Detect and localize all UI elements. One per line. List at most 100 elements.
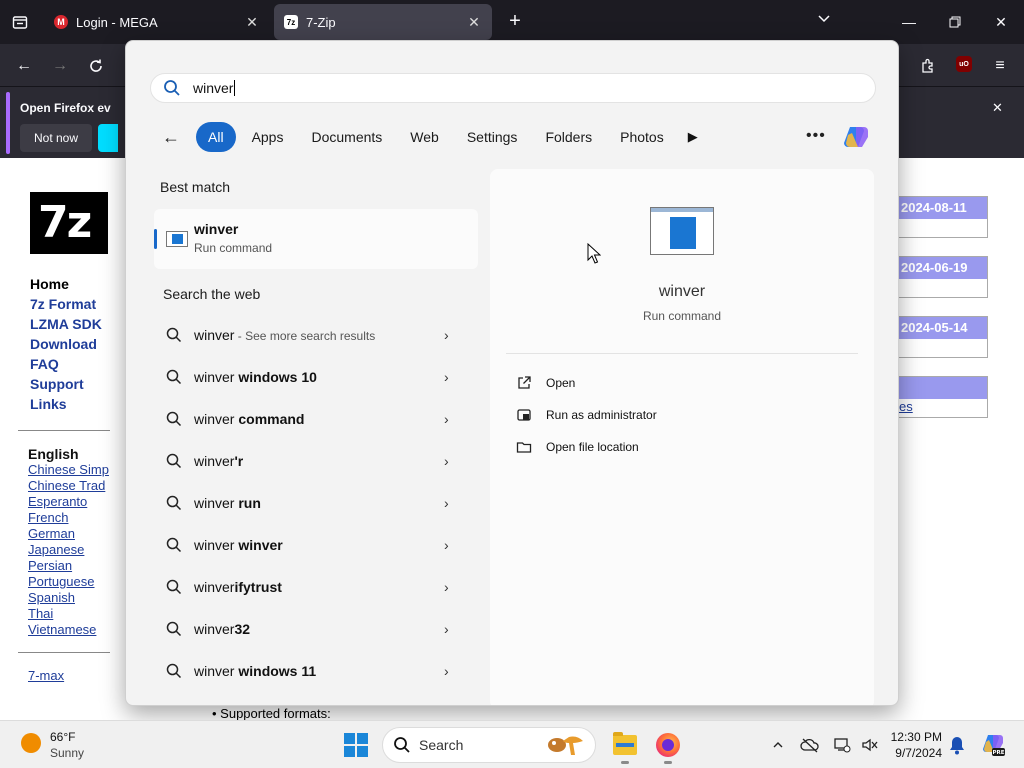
menu-links[interactable]: Links xyxy=(30,396,67,412)
open-external-icon xyxy=(518,376,531,389)
weather-description[interactable]: Sunny xyxy=(50,746,84,760)
menu-home[interactable]: Home xyxy=(30,276,69,292)
back-arrow-icon[interactable]: ← xyxy=(162,127,184,148)
web-result[interactable]: winver32 › xyxy=(154,609,464,649)
notification-primary-button[interactable] xyxy=(98,124,118,152)
result-type: Run command xyxy=(194,241,273,255)
web-result-note: - See more search results xyxy=(234,329,376,343)
web-result[interactable]: winver - See more search results › xyxy=(154,315,464,355)
action-run-as-admin[interactable]: Run as administrator xyxy=(516,403,657,427)
7zip-logo: 7z xyxy=(30,192,108,254)
sunny-weather-icon[interactable] xyxy=(21,733,41,753)
minimize-icon[interactable]: — xyxy=(886,0,932,44)
menu-download[interactable]: Download xyxy=(30,336,97,352)
divider xyxy=(506,353,858,354)
weather-temperature[interactable]: 66°F xyxy=(50,730,75,744)
folder-icon xyxy=(613,732,637,755)
copilot-icon[interactable] xyxy=(840,121,872,153)
lang-link[interactable]: Chinese Simp xyxy=(28,462,109,477)
filter-settings[interactable]: Settings xyxy=(455,122,530,152)
taskbar-search-box[interactable]: Search xyxy=(382,727,596,763)
taskbar-search-label: Search xyxy=(419,737,464,753)
running-indicator xyxy=(664,761,672,764)
onedrive-offline-icon[interactable] xyxy=(800,735,820,755)
web-result[interactable]: winver windows 10 › xyxy=(154,357,464,397)
best-match-result[interactable]: winver Run command xyxy=(154,209,478,269)
web-result[interactable]: winver'r › xyxy=(154,441,464,481)
svg-text:PRE: PRE xyxy=(992,750,1004,756)
menu-faq[interactable]: FAQ xyxy=(30,356,59,372)
news-link[interactable]: es xyxy=(899,399,913,414)
lang-link[interactable]: Chinese Trad xyxy=(28,478,105,493)
lang-link[interactable]: Japanese xyxy=(28,542,84,557)
filter-bar: ← All Apps Documents Web Settings Folder… xyxy=(162,121,708,153)
search-icon xyxy=(166,495,182,511)
web-result[interactable]: winverifytrust › xyxy=(154,567,464,607)
ublock-origin-icon[interactable]: uO xyxy=(956,56,972,72)
search-input[interactable]: winver xyxy=(150,73,876,103)
forward-icon[interactable]: → xyxy=(48,54,72,78)
tab-login-mega[interactable]: M Login - MEGA ✕ xyxy=(44,4,270,40)
search-icon xyxy=(166,327,182,343)
filter-apps[interactable]: Apps xyxy=(240,122,296,152)
filter-all[interactable]: All xyxy=(196,122,236,152)
not-now-button[interactable]: Not now xyxy=(20,124,92,152)
back-icon[interactable]: ← xyxy=(12,54,36,78)
volume-muted-icon[interactable] xyxy=(860,735,880,755)
action-open-file-location[interactable]: Open file location xyxy=(516,435,639,459)
web-result[interactable]: winver winver › xyxy=(154,525,464,565)
menu-support[interactable]: Support xyxy=(30,376,84,392)
list-all-tabs-icon[interactable] xyxy=(816,10,832,29)
web-result-query: winver xyxy=(194,579,235,595)
close-notification-icon[interactable]: ✕ xyxy=(992,100,1003,116)
start-windows-icon[interactable] xyxy=(344,733,368,757)
show-hidden-icons-chevron-up-icon[interactable] xyxy=(768,735,788,755)
close-tab-icon[interactable]: ✕ xyxy=(466,14,482,31)
filter-folders[interactable]: Folders xyxy=(533,122,604,152)
file-explorer-taskbar-icon[interactable] xyxy=(609,729,641,764)
close-window-icon[interactable]: ✕ xyxy=(978,0,1024,44)
reload-icon[interactable] xyxy=(84,54,108,78)
new-tab-icon[interactable]: + xyxy=(504,10,526,33)
clock-date[interactable]: 9/7/2024 xyxy=(890,746,942,760)
web-result[interactable]: winver run › xyxy=(154,483,464,523)
chevron-right-icon: › xyxy=(444,411,449,427)
close-tab-icon[interactable]: ✕ xyxy=(244,14,260,31)
firefox-view-icon[interactable] xyxy=(8,10,32,34)
lang-link[interactable]: Portuguese xyxy=(28,574,95,589)
browser-tab-bar: M Login - MEGA ✕ 7z 7-Zip ✕ + — ✕ xyxy=(0,0,1024,44)
more-options-icon[interactable]: ••• xyxy=(806,127,826,145)
lang-link[interactable]: Vietnamese xyxy=(28,622,96,637)
action-open[interactable]: Open xyxy=(516,371,575,395)
web-result[interactable]: winver command › xyxy=(154,399,464,439)
lang-link[interactable]: Persian xyxy=(28,558,72,573)
tab-7zip[interactable]: 7z 7-Zip ✕ xyxy=(274,4,492,40)
windows-search-panel: winver ← All Apps Documents Web Settings… xyxy=(125,40,899,706)
filter-photos[interactable]: Photos xyxy=(608,122,676,152)
menu-icon[interactable]: ≡ xyxy=(988,54,1012,78)
lang-link[interactable]: Esperanto xyxy=(28,494,87,509)
menu-7z-format[interactable]: 7z Format xyxy=(30,296,96,312)
copilot-pre-icon[interactable]: PRE xyxy=(980,731,1006,757)
lang-link[interactable]: French xyxy=(28,510,68,525)
notification-bell-icon[interactable] xyxy=(948,735,966,755)
filter-documents[interactable]: Documents xyxy=(299,122,394,152)
lang-link[interactable]: Thai xyxy=(28,606,53,621)
web-result-completion: windows 11 xyxy=(234,663,317,679)
7-max-link[interactable]: 7-max xyxy=(28,668,64,683)
more-filters-play-icon[interactable]: ▶ xyxy=(688,129,708,145)
menu-lzma-sdk[interactable]: LZMA SDK xyxy=(30,316,102,332)
lang-link[interactable]: Spanish xyxy=(28,590,75,605)
firefox-taskbar-icon[interactable] xyxy=(652,729,684,764)
web-result-query: winver xyxy=(194,369,235,385)
chevron-right-icon: › xyxy=(444,495,449,511)
chevron-right-icon: › xyxy=(444,663,449,679)
lang-link[interactable]: German xyxy=(28,526,75,541)
network-icon[interactable] xyxy=(832,735,852,755)
extensions-icon[interactable] xyxy=(916,54,940,78)
clock-time[interactable]: 12:30 PM xyxy=(890,730,942,744)
restore-icon[interactable] xyxy=(932,0,978,44)
web-result[interactable]: winver windows 11 › xyxy=(154,651,464,691)
filter-web[interactable]: Web xyxy=(398,122,451,152)
search-highlight-icon xyxy=(548,736,583,755)
